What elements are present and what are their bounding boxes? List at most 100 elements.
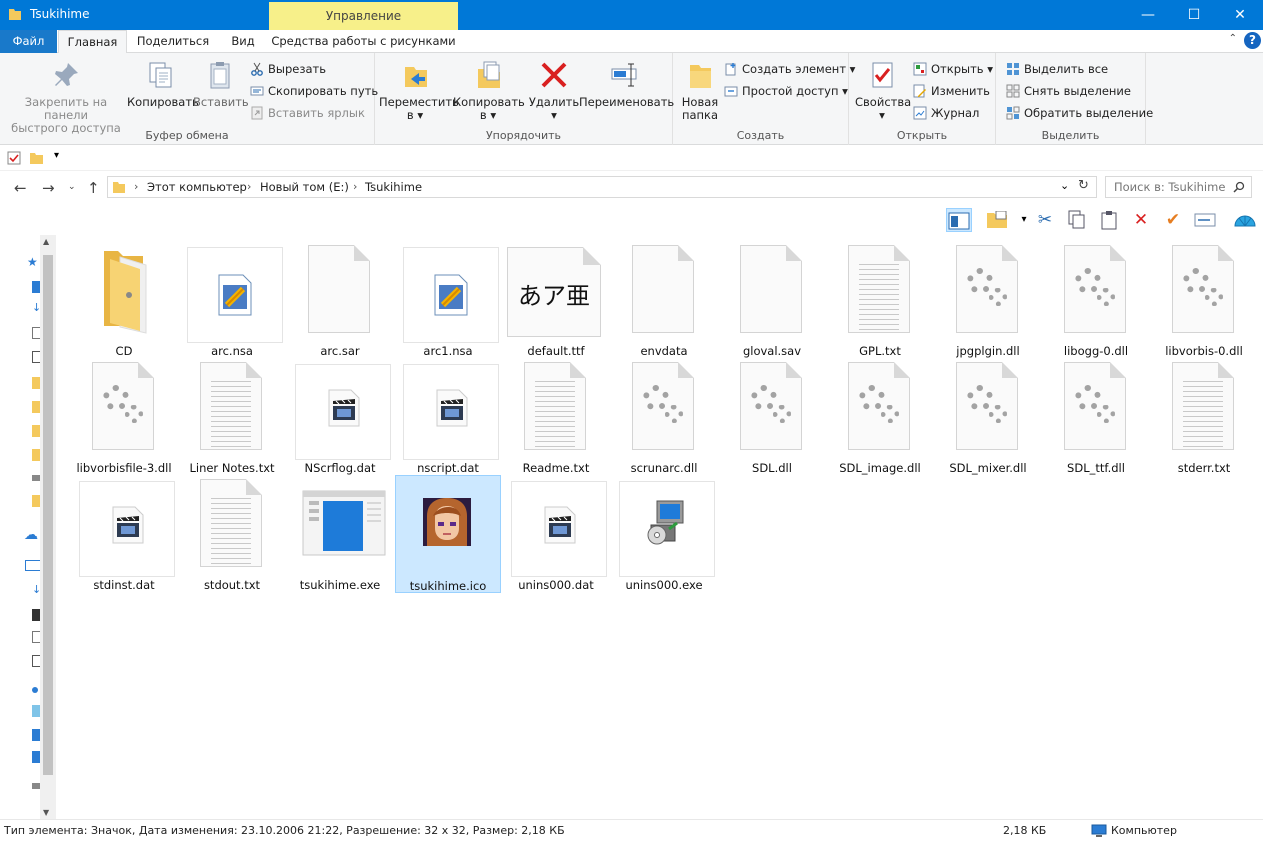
- properties-check-icon[interactable]: [7, 151, 21, 165]
- cut-button[interactable]: Вырезать: [250, 60, 326, 78]
- file-item[interactable]: libogg-0.dll: [1043, 241, 1149, 359]
- search-icon[interactable]: [1233, 181, 1245, 193]
- file-item[interactable]: SDL.dll: [719, 358, 825, 476]
- file-item[interactable]: tsukihime.ico: [395, 475, 501, 593]
- paste-button[interactable]: Вставить: [193, 59, 249, 109]
- refresh-icon[interactable]: ↻: [1078, 178, 1089, 193]
- file-item[interactable]: stderr.txt: [1151, 358, 1257, 476]
- file-item[interactable]: arc.sar: [287, 241, 393, 359]
- copy-path-button[interactable]: Скопировать путь: [250, 82, 378, 100]
- new-item-button[interactable]: Создать элемент ▾: [724, 60, 855, 78]
- file-item[interactable]: unins000.exe: [611, 475, 717, 593]
- file-item[interactable]: stdout.txt: [179, 475, 285, 593]
- clipboard-icon[interactable]: [1096, 208, 1122, 232]
- file-item[interactable]: NScrflog.dat: [287, 358, 393, 476]
- file-item[interactable]: jpgplgin.dll: [935, 241, 1041, 359]
- new-folder-small-icon[interactable]: [29, 150, 44, 165]
- paste-shortcut-button[interactable]: Вставить ярлык: [250, 104, 365, 122]
- file-item[interactable]: arc1.nsa: [395, 241, 501, 359]
- file-item[interactable]: SDL_image.dll: [827, 358, 933, 476]
- breadcrumb-separator-icon[interactable]: ›: [247, 180, 251, 193]
- delete-button[interactable]: Удалить ▾: [527, 59, 581, 122]
- windows-drive-icon[interactable]: [32, 751, 40, 763]
- breadcrumb-this-pc[interactable]: Этот компьютер: [147, 180, 247, 194]
- file-item[interactable]: scrunarc.dll: [611, 358, 717, 476]
- shell-icon[interactable]: [1232, 208, 1258, 232]
- forward-arrow-icon[interactable]: →: [42, 179, 55, 197]
- tab-home[interactable]: Главная: [58, 30, 127, 54]
- move-to-button[interactable]: Переместить в ▾: [379, 59, 459, 122]
- file-item[interactable]: nscript.dat: [395, 358, 501, 476]
- folder-view-button[interactable]: [984, 208, 1010, 232]
- file-item[interactable]: あア亜 default.ttf: [503, 241, 609, 359]
- text-file-icon: [200, 479, 262, 567]
- copy-to-button[interactable]: Копировать в ▾: [453, 59, 525, 122]
- onedrive-cloud-icon[interactable]: ☁: [24, 527, 38, 543]
- address-bar[interactable]: › Этот компьютер › Новый том (E:) › Tsuk…: [107, 176, 1097, 198]
- file-item[interactable]: envdata: [611, 241, 717, 359]
- scroll-up-chevron-icon[interactable]: ▲: [43, 237, 49, 246]
- copy-icon[interactable]: [1064, 208, 1090, 232]
- file-item[interactable]: stdinst.dat: [71, 475, 177, 593]
- breadcrumb-separator-icon[interactable]: ›: [353, 180, 357, 193]
- file-item[interactable]: tsukihime.exe: [287, 475, 393, 593]
- close-button[interactable]: ✕: [1217, 0, 1263, 30]
- up-arrow-icon[interactable]: ↑: [87, 179, 100, 197]
- checkmark-icon[interactable]: ✔: [1160, 208, 1186, 232]
- recent-locations-chevron-icon[interactable]: ⌄: [68, 182, 76, 192]
- select-all-button[interactable]: Выделить все: [1006, 60, 1108, 78]
- chevron-up-icon[interactable]: ⌃: [1229, 33, 1237, 44]
- new-folder-button[interactable]: Новая папка: [677, 59, 723, 122]
- delete-dropdown-icon[interactable]: ▾: [527, 109, 581, 122]
- invert-selection-button[interactable]: Обратить выделение: [1006, 104, 1153, 122]
- copy-button[interactable]: Копировать: [127, 59, 199, 109]
- preview-pane-button[interactable]: [946, 208, 972, 232]
- file-item[interactable]: libvorbisfile-3.dll: [71, 358, 177, 476]
- breadcrumb-tsukihime[interactable]: Tsukihime: [365, 180, 422, 194]
- navigation-pane-scrollbar[interactable]: ▲ ▼: [40, 235, 56, 819]
- computer-monitor-icon: [1091, 824, 1107, 837]
- scroll-down-chevron-icon[interactable]: ▼: [43, 808, 49, 817]
- music-icon[interactable]: [32, 687, 38, 693]
- search-input[interactable]: [1106, 177, 1226, 197]
- tab-view[interactable]: Вид: [220, 30, 266, 53]
- rename-icon[interactable]: [1192, 208, 1218, 232]
- scrollbar-thumb[interactable]: [43, 255, 53, 775]
- file-item[interactable]: CD: [71, 241, 177, 359]
- select-none-button[interactable]: Снять выделение: [1006, 82, 1131, 100]
- easy-access-button[interactable]: Простой доступ ▾: [724, 82, 848, 100]
- maximize-button[interactable]: ☐: [1171, 0, 1217, 30]
- tab-picture-tools[interactable]: Средства работы с рисунками: [269, 30, 458, 53]
- help-icon[interactable]: ?: [1244, 32, 1261, 49]
- pin-quick-access-button[interactable]: Закрепить на панели быстрого доступа: [6, 59, 126, 135]
- breadcrumb-drive-e[interactable]: Новый том (E:): [260, 180, 349, 194]
- this-pc-monitor-icon[interactable]: [25, 560, 41, 571]
- tab-file[interactable]: Файл: [0, 30, 57, 53]
- file-item[interactable]: unins000.dat: [503, 475, 609, 593]
- file-item[interactable]: SDL_mixer.dll: [935, 358, 1041, 476]
- address-dropdown-icon[interactable]: ⌄: [1060, 179, 1069, 192]
- history-button[interactable]: Журнал: [913, 104, 979, 122]
- file-item[interactable]: GPL.txt: [827, 241, 933, 359]
- scissors-icon[interactable]: ✂: [1032, 208, 1058, 232]
- edit-button[interactable]: Изменить: [913, 82, 990, 100]
- qat-customize-icon[interactable]: ▾: [54, 150, 59, 161]
- file-item[interactable]: Readme.txt: [503, 358, 609, 476]
- properties-dropdown-icon[interactable]: ▾: [855, 109, 909, 122]
- file-item[interactable]: Liner Notes.txt: [179, 358, 285, 476]
- file-item[interactable]: arc.nsa: [179, 241, 285, 359]
- delete-x-icon[interactable]: ✕: [1128, 208, 1154, 232]
- properties-button[interactable]: Свойства ▾: [855, 59, 911, 122]
- open-button[interactable]: Открыть ▾: [913, 60, 993, 78]
- quick-access-star-icon[interactable]: ★: [27, 255, 38, 269]
- rename-button[interactable]: Переименовать: [579, 59, 674, 109]
- minimize-button[interactable]: —: [1125, 0, 1171, 30]
- back-arrow-icon[interactable]: ←: [14, 179, 27, 197]
- search-box[interactable]: [1105, 176, 1252, 198]
- file-item[interactable]: SDL_ttf.dll: [1043, 358, 1149, 476]
- breadcrumb-separator-icon[interactable]: ›: [134, 180, 138, 193]
- file-item[interactable]: libvorbis-0.dll: [1151, 241, 1257, 359]
- context-tab-header: Управление: [269, 2, 458, 30]
- file-item[interactable]: gloval.sav: [719, 241, 825, 359]
- tab-share[interactable]: Поделиться: [130, 30, 216, 53]
